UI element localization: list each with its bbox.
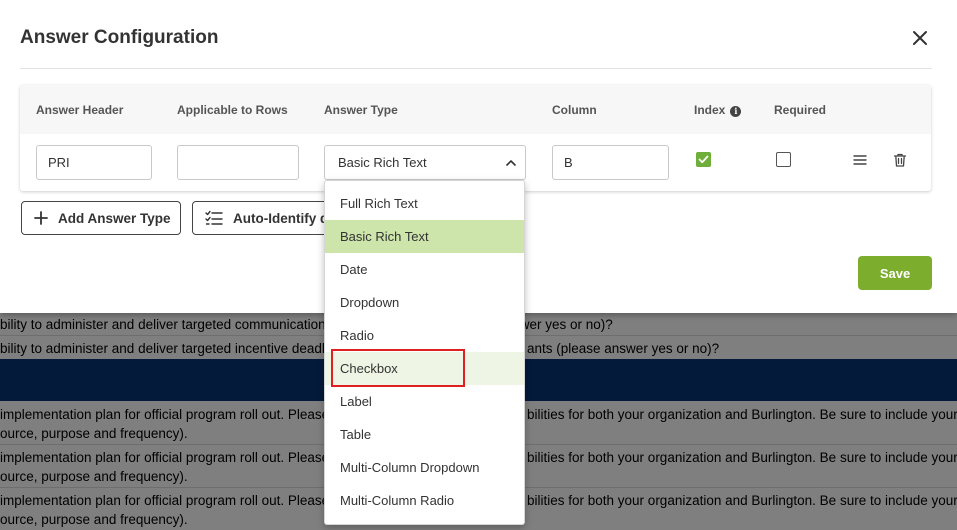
option-multi-column-radio[interactable]: Multi-Column Radio: [325, 484, 524, 517]
header-column: Column: [552, 103, 597, 117]
required-checkbox[interactable]: [776, 152, 791, 167]
header-applicable-rows: Applicable to Rows: [177, 103, 288, 117]
index-checkbox[interactable]: [696, 152, 711, 167]
option-full-rich-text[interactable]: Full Rich Text: [325, 187, 524, 220]
option-radio[interactable]: Radio: [325, 319, 524, 352]
checklist-icon: [205, 210, 223, 226]
header-answer-type: Answer Type: [324, 103, 398, 117]
chevron-up-icon: [506, 160, 516, 166]
answer-header-input[interactable]: [36, 145, 152, 180]
option-table[interactable]: Table: [325, 418, 524, 451]
option-multi-column-dropdown[interactable]: Multi-Column Dropdown: [325, 451, 524, 484]
header-answer-header: Answer Header: [36, 103, 124, 117]
trash-icon[interactable]: [892, 152, 908, 168]
applicable-rows-input[interactable]: [177, 145, 299, 180]
add-answer-type-button[interactable]: Add Answer Type: [21, 201, 181, 235]
checkmark-icon: [698, 155, 709, 164]
option-dropdown[interactable]: Dropdown: [325, 286, 524, 319]
answer-type-select[interactable]: Basic Rich Text: [324, 145, 526, 180]
option-checkbox[interactable]: Checkbox: [325, 352, 524, 385]
auto-identify-button[interactable]: Auto-Identify d: [192, 201, 342, 235]
header-index: Index i: [694, 103, 742, 117]
option-basic-rich-text[interactable]: Basic Rich Text: [325, 220, 524, 253]
divider: [20, 68, 932, 69]
option-label[interactable]: Label: [325, 385, 524, 418]
option-date[interactable]: Date: [325, 253, 524, 286]
answer-config-table: Answer Header Applicable to Rows Answer …: [20, 85, 931, 191]
answer-type-dropdown: Full Rich Text Basic Rich Text Date Drop…: [324, 180, 525, 525]
plus-icon: [34, 211, 48, 225]
header-required: Required: [774, 103, 827, 117]
modal-title: Answer Configuration: [20, 27, 219, 48]
close-icon[interactable]: [908, 26, 932, 50]
table-header: Answer Header Applicable to Rows Answer …: [20, 85, 931, 134]
column-input[interactable]: [552, 145, 669, 180]
save-button[interactable]: Save: [858, 256, 932, 290]
drag-handle-icon[interactable]: [852, 152, 868, 168]
info-icon[interactable]: i: [730, 106, 742, 117]
answer-type-value: Basic Rich Text: [338, 155, 427, 170]
